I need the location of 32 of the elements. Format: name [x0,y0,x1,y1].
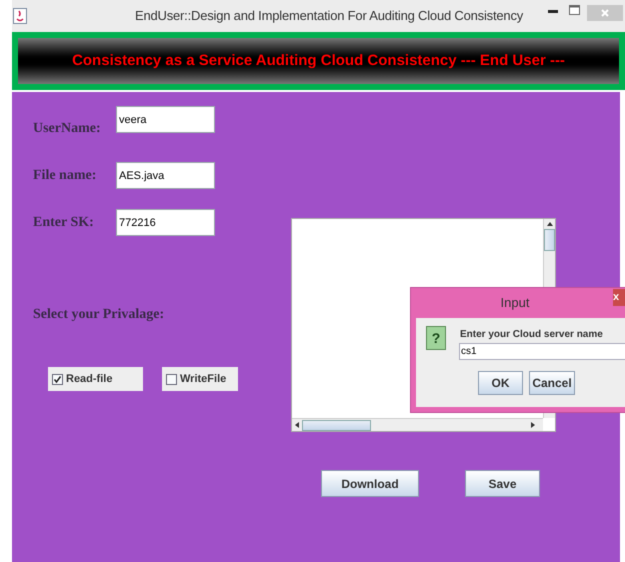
ok-button[interactable]: OK [478,371,523,395]
right-arrow-icon[interactable] [531,422,535,428]
prompt-text: Enter your Cloud server name [460,328,603,342]
checkbox-icon[interactable] [52,374,63,384]
close-button[interactable]: x [613,289,625,306]
download-button[interactable]: Download [321,470,419,497]
close-icon [601,9,609,17]
scroll-thumb[interactable] [544,229,555,251]
app-icon [13,8,27,24]
window-title: EndUser::Design and Implementation For Auditing Cloud Consistency [135,7,524,26]
dialog-title: Input [500,294,530,312]
left-arrow-icon[interactable] [295,422,299,428]
checkbox[interactable]: Read-file [48,367,143,391]
text-field[interactable]: 772216 [116,209,215,236]
question-icon: ? [426,326,446,350]
cancel-button[interactable]: Cancel [529,371,575,395]
checkbox-icon[interactable] [166,374,177,384]
server-name-field[interactable]: cs1 [459,343,625,360]
text-field[interactable]: veera [116,106,215,133]
up-arrow-icon[interactable] [547,222,553,226]
field-label: Enter SK: [33,214,94,232]
save-button[interactable]: Save [465,470,540,497]
text-field[interactable]: AES.java [116,162,215,189]
field-label: File name: [33,167,96,185]
minimize-icon[interactable] [548,10,558,14]
maximize-icon[interactable] [569,5,580,15]
privilege-label: Select your Privalage: [33,306,164,324]
field-label: UserName: [33,120,101,138]
horizontal-scrollbar[interactable] [292,418,543,431]
scroll-thumb[interactable] [302,420,371,430]
banner-title: Consistency as a Service Auditing Cloud Consistency --- End User --- [72,50,565,71]
checkbox[interactable]: WriteFile [162,367,238,391]
